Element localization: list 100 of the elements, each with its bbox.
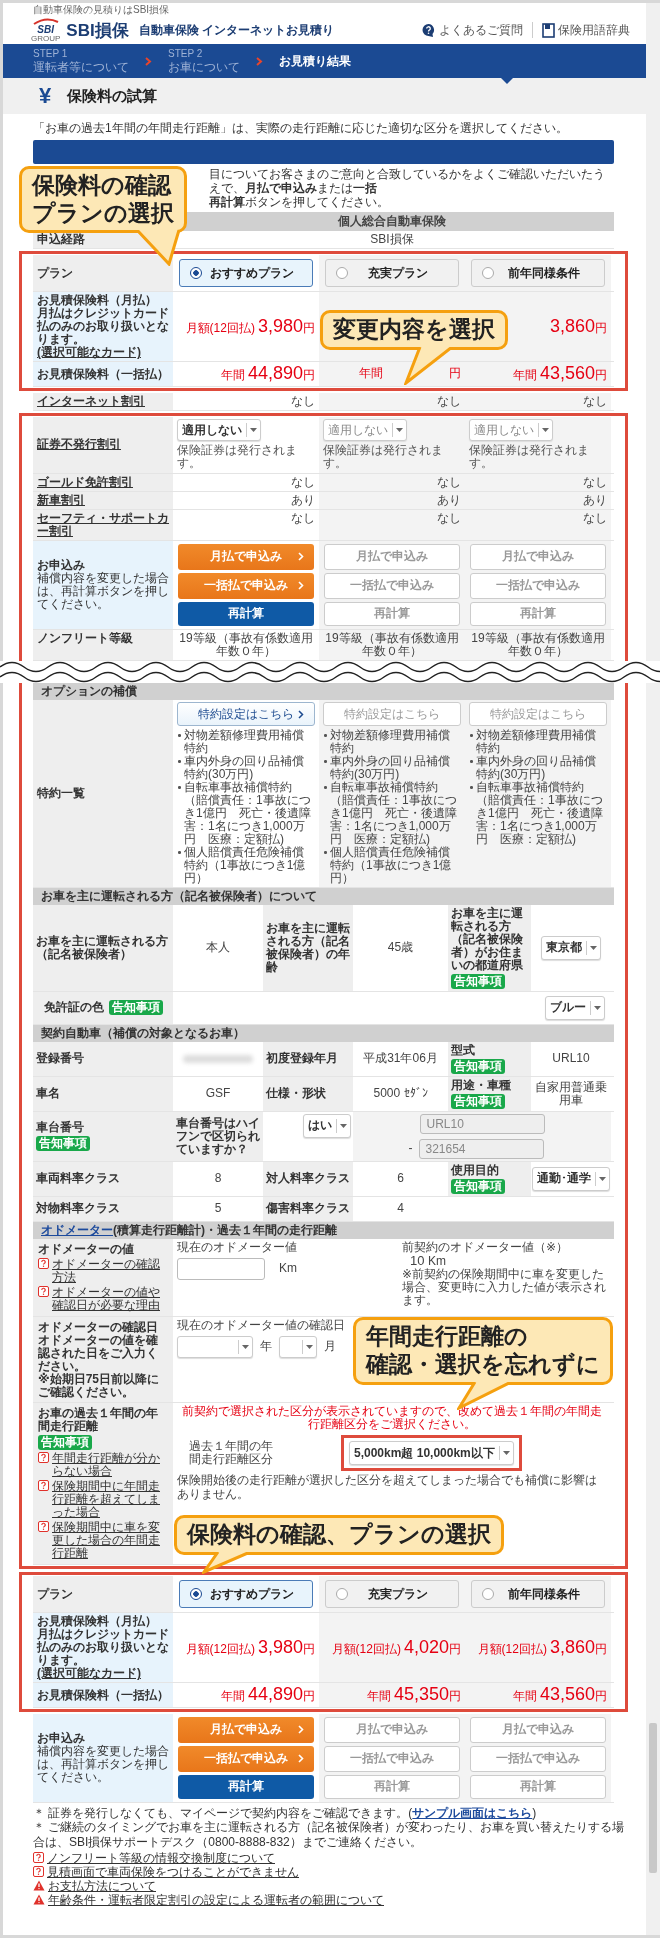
field-label: 車両料率クラス (36, 1172, 120, 1186)
rider-settings-button[interactable]: 特約設定はこちら (177, 702, 315, 727)
notice-text: 目についてお客さまのご意向と合致しているかをよくご確認いただいたうえで、月払で申込みまたは一括 (209, 167, 606, 195)
field-label: 初度登録年月 (266, 1052, 338, 1066)
field-label: 型式 (451, 1043, 475, 1057)
section-heading: (積算走行距離計)・過去１年間の走行距離 (113, 1222, 337, 1237)
field-note: 補償内容を変更した場合は、再計算ボタンを押してください。 (37, 1744, 169, 1784)
help-link[interactable]: オドメーターの値や確認日が必要な理由 (52, 1285, 168, 1312)
field-caption: 過去１年間の年間走行距離区分 (189, 1440, 274, 1467)
help-icon (33, 1866, 44, 1878)
card-link[interactable]: (選択可能なカード) (37, 1667, 141, 1681)
caret-icon (396, 428, 403, 433)
plan-option[interactable]: おすすめプラン (179, 259, 313, 288)
section-heading: オプションの補償 (33, 683, 614, 701)
odometer-field[interactable] (177, 1257, 265, 1280)
plan-option[interactable]: 前年同様条件 (471, 1580, 605, 1609)
notice-badge: 告知事項 (108, 1000, 163, 1016)
date-dropdown[interactable] (177, 1335, 253, 1358)
field-label: 登録番号 (36, 1052, 84, 1066)
table-cell: プラン (33, 1576, 173, 1613)
action-button[interactable]: 再計算 (178, 601, 314, 626)
info-link[interactable]: 年齢条件・運転者限定割引の設定による運転者の範囲について (48, 1894, 384, 1908)
rider-item: 自転車事故補償特約（賠償責任：1事故につき1億円 死亡・後遺障害：1名につき1,000万円 医療：定額払) (469, 781, 607, 847)
unit-text: Km (279, 1262, 297, 1276)
annual-price: 年間 円 (359, 367, 461, 381)
discount-link[interactable]: 証券不発行割引 (37, 438, 121, 452)
header-link[interactable]: 保険用語辞典 (558, 21, 630, 39)
plan-option[interactable]: 充実プラン (325, 259, 459, 288)
help-icon (38, 1257, 49, 1269)
field-label: オドメーターの値 (38, 1242, 134, 1256)
rider-item: 車内外身の回り品補償特約(30万円) (469, 755, 607, 782)
rider-item: 自転車事故補償特約（賠償責任：1事故につき1億円 死亡・後遺障害：1名につき1,000万円 医療：定額払) (323, 781, 461, 847)
field-label: 月払はクレジットカード払のみのお取り扱いとなります。 (37, 307, 169, 347)
caret-icon (542, 428, 549, 433)
chevron-right-icon (298, 1754, 304, 1764)
dropdown[interactable]: 通勤･通学 (532, 1166, 610, 1191)
field-note: 保険開始後の走行距離が選択した区分を超えてしまった場合でも補償に影響はありません。 (177, 1474, 598, 1501)
site-title: 自動車保険 インターネットお見積り (138, 21, 335, 39)
field-label: 用途・車種 (451, 1078, 511, 1092)
dropdown[interactable]: 適用しない (177, 419, 261, 442)
odometer-link[interactable]: オドメーター (41, 1222, 113, 1237)
chevron-right-icon (298, 552, 304, 562)
help-icon (33, 1852, 44, 1864)
warning-text: 前契約で選択された区分が表示されていますので、改めて過去１年間の年間走行距離区分をご選択ください。 (181, 1405, 603, 1432)
dropdown[interactable]: 東京都 (541, 936, 601, 961)
dropdown[interactable]: ブルー (545, 995, 605, 1020)
notice-badge: 告知事項 (451, 1178, 505, 1194)
field-label: 車名 (36, 1087, 60, 1101)
step-number: STEP 1 (33, 47, 69, 60)
step-label: 運転者等について (33, 59, 129, 75)
monthly-price: 3,860円 (548, 316, 607, 337)
plan-option[interactable]: おすすめプラン (179, 1580, 313, 1609)
book-icon[interactable] (542, 22, 555, 38)
field-caption: 現在のオドメーター値 (177, 1240, 297, 1254)
field-note: 保険証券は発行されます。 (323, 444, 444, 471)
redacted-text (183, 1054, 253, 1063)
previous-value: 10 Km (410, 1253, 447, 1268)
caret-icon (594, 1005, 601, 1010)
rider-item: 対物差額修理費用補償特約 (323, 729, 461, 756)
help-link[interactable]: オドメーターの確認方法 (52, 1257, 168, 1284)
notice-badge: 告知事項 (451, 973, 505, 989)
dropdown[interactable]: はい (303, 1113, 351, 1138)
field-label: 仕様・形状 (266, 1087, 326, 1101)
action-button[interactable]: 再計算 (178, 1774, 314, 1799)
header-link[interactable]: よくあるご質問 (439, 21, 523, 39)
help-bubble-icon[interactable] (421, 22, 436, 38)
unit-text: 年 (260, 1340, 272, 1354)
dropdown[interactable]: 5,000km超 10,000km以下 (349, 1441, 514, 1466)
warning-icon (33, 1894, 45, 1906)
info-link[interactable]: お支払方法について (48, 1880, 156, 1894)
notice-badge: 告知事項 (451, 1058, 505, 1074)
plan-option[interactable]: 前年同様条件 (471, 259, 605, 288)
field-label: お申込み (37, 1732, 85, 1745)
callout-text: 変更内容を選択 (333, 316, 495, 344)
table-cell: 車台番号はハイフンで区切られていますか？ (173, 1111, 263, 1161)
rider-item: 対物差額修理費用補償特約 (469, 729, 607, 756)
table-cell: なし (319, 392, 465, 411)
help-link[interactable]: 年間走行距離が分からない場合 (52, 1452, 168, 1479)
help-link[interactable]: 保険期間中に年間走行距離を超えてしまった場合 (52, 1480, 168, 1520)
table-cell: お見積保険料（一括払） (33, 362, 173, 386)
scrollbar[interactable] (646, 3, 660, 1935)
annual-price: 年間 44,890円 (220, 1685, 315, 1705)
logo-caption: GROUP (31, 34, 61, 43)
info-link[interactable]: ノンフリート等級の情報交換制度について (47, 1852, 275, 1866)
field-label: お見積保険料（月払） (37, 294, 157, 308)
sample-link[interactable]: サンプル画面はこちら (412, 1805, 533, 1820)
annual-price: 年間 43,560円 (512, 364, 607, 384)
rider-item: 自転車事故補償特約（賠償責任：1事故につき1億円 死亡・後遺障害：1名につき1,000万円 医療：定額払) (177, 781, 315, 847)
footnote: ＊ ご継続のタイミングでお車を主に運転される方（記名被保険者）が変わったり、お車を買い替えたりする場合は、SBI損保サポートデスク（0800-8888-832）までご連絡ください。 (33, 1820, 626, 1850)
monthly-price: 月額(12回払) 3,980円 (185, 316, 315, 337)
info-link[interactable]: 見積画面で車両保険をつけることができません (47, 1866, 299, 1880)
table-cell: なし (465, 509, 611, 540)
date-dropdown[interactable] (279, 1335, 317, 1358)
callout-text: 年間走行距離の (366, 1323, 529, 1352)
chevron-right-icon (145, 56, 152, 66)
help-link[interactable]: 保険期間中に車を変更した場合の年間走行距離 (52, 1521, 168, 1561)
separator-text: - (408, 1142, 413, 1156)
card-link[interactable]: (選択可能なカード) (37, 346, 141, 360)
intro-text: 「お車の過去1年間の年間走行距離」は、実際の走行距離に応じた適切な区分を選択してください。 (33, 120, 569, 137)
plan-option[interactable]: 充実プラン (325, 1580, 459, 1609)
